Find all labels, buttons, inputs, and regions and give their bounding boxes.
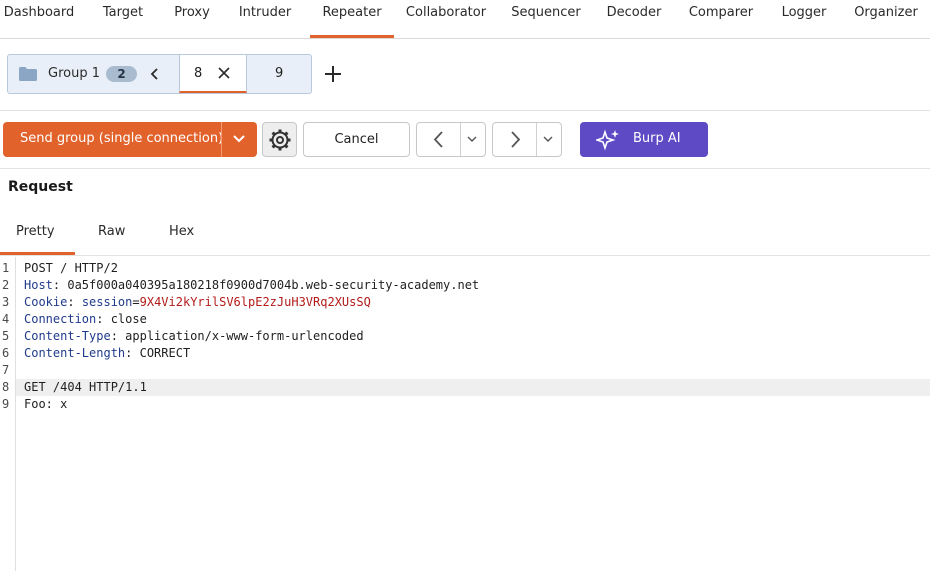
line-number: 8 xyxy=(2,380,10,394)
close-icon[interactable] xyxy=(217,66,231,80)
tab-sequencer[interactable]: Sequencer xyxy=(509,0,583,38)
body-line: GET /404 HTTP/1.1 xyxy=(24,380,147,394)
line-number: 5 xyxy=(2,329,10,343)
header-value: : 0a5f000a040395a180218f0900d7004b.web-s… xyxy=(52,278,480,292)
body-text: Foo: x xyxy=(24,397,68,411)
request-editor[interactable]: 1 2 3 4 5 6 7 8 9 POST / HTTP/2 Host: 0a… xyxy=(0,257,930,571)
burp-ai-button[interactable]: Burp AI xyxy=(580,122,708,157)
tab-comparer[interactable]: Comparer xyxy=(685,0,757,38)
header-key: Host xyxy=(24,278,53,292)
cookie-equals: = xyxy=(132,295,140,309)
header-key: Cookie xyxy=(24,295,68,309)
current-line-highlight xyxy=(16,379,930,396)
group-label: Group 1 xyxy=(48,66,100,81)
tab-repeater[interactable]: Repeater xyxy=(310,0,394,38)
back-arrow-icon[interactable] xyxy=(429,123,449,156)
sparkle-icon xyxy=(596,129,619,151)
header-key: Content-Type xyxy=(24,329,111,343)
line-number: 7 xyxy=(2,363,10,377)
tab-target[interactable]: Target xyxy=(93,0,153,38)
tab-organizer[interactable]: Organizer xyxy=(852,0,920,38)
header-key: Connection xyxy=(24,312,97,326)
chevron-down-icon[interactable] xyxy=(541,123,555,156)
tab-pretty[interactable]: Pretty xyxy=(16,224,55,239)
settings-button[interactable] xyxy=(262,122,297,157)
repeater-tab-8[interactable]: 8 xyxy=(179,55,247,93)
cookie-value: 9X4Vi2kYrilSV6lpE2zJuH3VRq2XUsSQ xyxy=(139,295,371,309)
top-navigation: Dashboard Target Proxy Intruder Repeater… xyxy=(0,0,930,39)
header-connection: Connection: close xyxy=(24,312,147,326)
gear-icon xyxy=(269,129,291,151)
tab-raw[interactable]: Raw xyxy=(98,224,125,239)
send-divider xyxy=(221,122,222,157)
send-button-label: Send group (single connection) xyxy=(20,131,224,146)
line-number: 9 xyxy=(2,397,10,411)
line-number-gutter: 1 2 3 4 5 6 7 8 9 xyxy=(0,257,16,571)
repeater-tab-9[interactable]: 9 xyxy=(275,66,283,81)
forward-navigation xyxy=(492,122,562,157)
active-tab-indicator xyxy=(0,252,75,255)
nav-separator xyxy=(536,123,537,156)
tab-logger[interactable]: Logger xyxy=(778,0,830,38)
line-number: 2 xyxy=(2,278,10,292)
header-host: Host: 0a5f000a040395a180218f0900d7004b.w… xyxy=(24,278,479,292)
body-text: GET /404 HTTP/1.1 xyxy=(24,380,147,394)
burp-ai-label: Burp AI xyxy=(633,131,681,146)
request-view-tabs: Pretty Raw Hex xyxy=(0,211,930,256)
body-line: Foo: x xyxy=(24,397,67,411)
chevron-left-icon[interactable] xyxy=(148,66,162,82)
tab-8-label: 8 xyxy=(194,66,203,81)
header-content-type: Content-Type: application/x-www-form-url… xyxy=(24,329,364,343)
header-value: : CORRECT xyxy=(125,346,191,360)
tab-collaborator[interactable]: Collaborator xyxy=(403,0,489,38)
line-number: 4 xyxy=(2,312,10,326)
cookie-name: session xyxy=(81,295,133,309)
line-number: 1 xyxy=(2,261,10,275)
chevron-down-icon[interactable] xyxy=(232,134,246,144)
tab-group[interactable]: Group 1 2 8 9 xyxy=(7,54,312,94)
forward-arrow-icon[interactable] xyxy=(505,123,525,156)
chevron-down-icon[interactable] xyxy=(465,123,479,156)
tab-proxy[interactable]: Proxy xyxy=(166,0,218,38)
line-number: 3 xyxy=(2,295,10,309)
tab-dashboard[interactable]: Dashboard xyxy=(0,0,78,38)
request-line-text: POST / HTTP/2 xyxy=(24,261,118,275)
back-navigation xyxy=(416,122,486,157)
add-tab-icon[interactable] xyxy=(323,64,343,84)
tab-intruder[interactable]: Intruder xyxy=(233,0,297,38)
folder-icon xyxy=(19,67,37,81)
header-key: Content-Length xyxy=(24,346,126,360)
repeater-toolbar: Send group (single connection) Cancel Bu… xyxy=(0,110,930,169)
line-number: 6 xyxy=(2,346,10,360)
header-separator: : xyxy=(67,295,82,309)
repeater-tab-row: Group 1 2 8 9 xyxy=(0,39,930,111)
request-title: Request xyxy=(8,179,73,195)
header-value: : close xyxy=(96,312,147,326)
group-count-badge: 2 xyxy=(106,66,137,82)
header-cookie: Cookie: session=9X4Vi2kYrilSV6lpE2zJuH3V… xyxy=(24,295,371,309)
tab-decoder[interactable]: Decoder xyxy=(605,0,663,38)
header-content-length: Content-Length: CORRECT xyxy=(24,346,190,360)
nav-separator xyxy=(460,123,461,156)
request-line: POST / HTTP/2 xyxy=(24,261,118,275)
header-value: : application/x-www-form-urlencoded xyxy=(110,329,364,343)
tab-hex[interactable]: Hex xyxy=(169,224,194,239)
send-group-button[interactable]: Send group (single connection) xyxy=(3,122,257,157)
cancel-button[interactable]: Cancel xyxy=(303,122,410,157)
